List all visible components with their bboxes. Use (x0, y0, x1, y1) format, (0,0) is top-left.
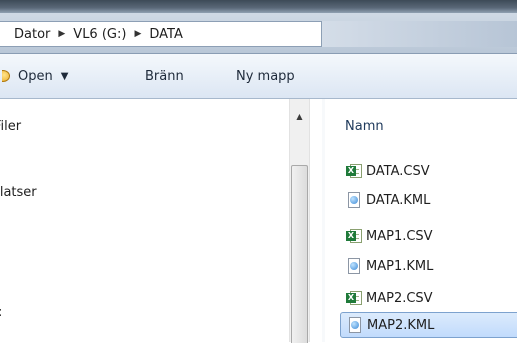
open-with-icon (2, 69, 12, 83)
nav-item-label: Platser (0, 185, 37, 200)
breadcrumb-separator-icon[interactable]: ▶ (58, 29, 65, 39)
chevron-down-icon[interactable]: ▼ (61, 71, 69, 82)
file-name: DATA.CSV (366, 163, 430, 179)
file-name: MAP1.CSV (366, 228, 433, 244)
column-header-name[interactable]: Namn (345, 119, 384, 134)
file-list: Namn X DATA.CSV DATA.KML X MAP1.CSV MAP1… (325, 99, 517, 342)
kml-file-icon (346, 192, 362, 208)
nav-scrollbar[interactable]: ▲ (289, 99, 310, 343)
open-button-label: Open (18, 68, 53, 84)
file-row-selected[interactable]: MAP2.KML (340, 312, 517, 338)
nav-item-partial[interactable]: : (0, 305, 8, 320)
kml-file-icon (346, 258, 362, 274)
nav-item-label: : (0, 305, 2, 320)
breadcrumb-separator-icon[interactable]: ▶ (134, 29, 141, 39)
address-bar-background (322, 21, 517, 47)
burn-button-label: Bränn (145, 68, 184, 84)
breadcrumb[interactable]: Dator ▶ VL6 (G:) ▶ DATA (0, 21, 322, 47)
nav-item-files[interactable]: Filer (0, 119, 74, 134)
breadcrumb-item-folder[interactable]: DATA (149, 27, 185, 42)
file-row[interactable]: X MAP1.CSV (340, 223, 517, 249)
burn-button[interactable]: Bränn (145, 66, 184, 86)
scroll-up-arrow-icon[interactable]: ▲ (290, 109, 309, 125)
excel-csv-icon: X (346, 290, 362, 306)
window-title-strip (0, 0, 517, 13)
file-row[interactable]: X MAP2.CSV (340, 285, 517, 311)
file-row[interactable]: X DATA.CSV (340, 158, 517, 184)
nav-item-label: Filer (0, 119, 22, 134)
scrollbar-thumb[interactable] (291, 165, 308, 343)
file-name: MAP2.KML (367, 317, 435, 333)
address-bar: Dator ▶ VL6 (G:) ▶ DATA (0, 13, 517, 54)
file-row[interactable]: DATA.KML (340, 187, 517, 213)
open-button[interactable]: Open ▼ (2, 66, 68, 86)
nav-item-places[interactable]: Platser (0, 185, 72, 200)
navigation-pane: Filer Platser : (0, 99, 325, 342)
file-name: DATA.KML (366, 192, 431, 208)
breadcrumb-item-drive[interactable]: VL6 (G:) (73, 27, 128, 42)
breadcrumb-item-computer[interactable]: Dator (14, 27, 52, 42)
new-folder-button-label: Ny mapp (236, 68, 295, 84)
file-row[interactable]: MAP1.KML (340, 253, 517, 279)
excel-csv-icon: X (346, 163, 362, 179)
file-name: MAP2.CSV (366, 290, 433, 306)
kml-file-icon (347, 317, 363, 333)
new-folder-button[interactable]: Ny mapp (236, 66, 295, 86)
file-name: MAP1.KML (366, 258, 434, 274)
excel-csv-icon: X (346, 228, 362, 244)
command-toolbar: Open ▼ Bränn Ny mapp (0, 54, 517, 99)
